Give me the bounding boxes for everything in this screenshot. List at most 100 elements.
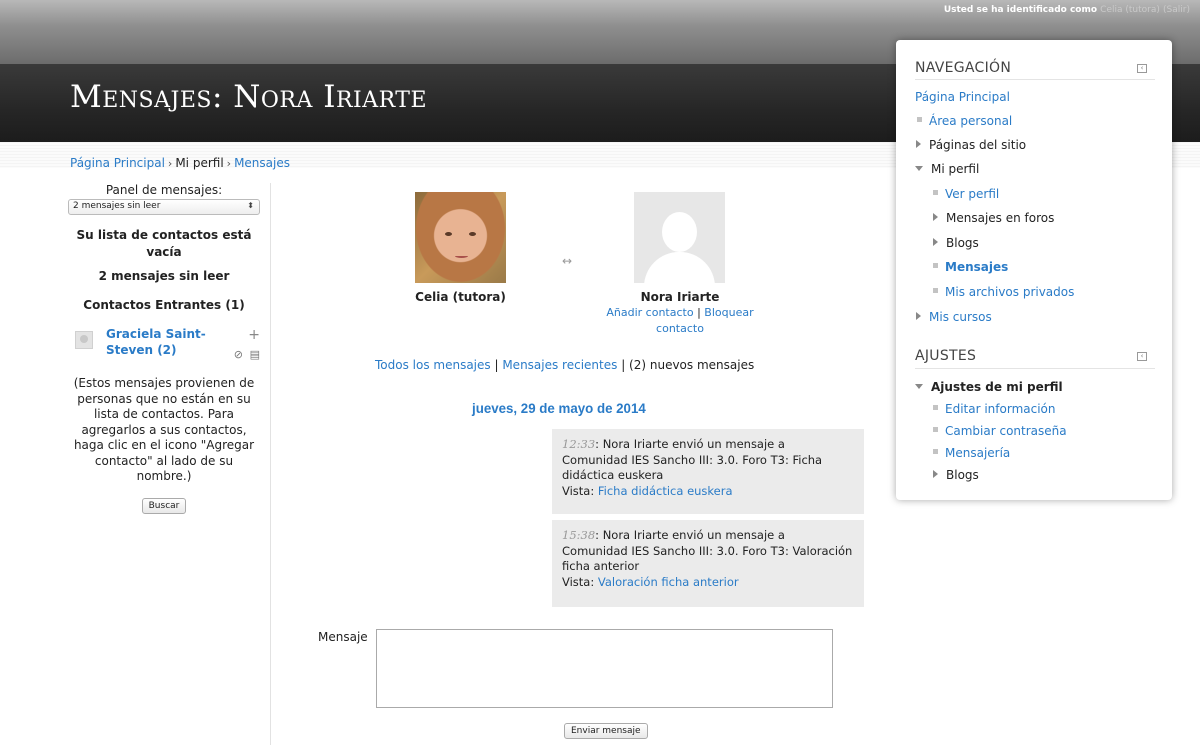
logout-link[interactable]: Salir [1167,5,1187,15]
expand-arrow-icon [916,140,921,148]
nav-item-messages[interactable]: Mensajes [933,260,1008,274]
settings-item-edit-info[interactable]: Editar información [933,402,1056,416]
message-contact-icon[interactable]: ▤ [250,348,260,361]
select-arrows-icon: ⬍ [247,201,254,210]
nav-item-forum-posts-label: Mensajes en foros [946,211,1055,225]
collapse-navigation-icon[interactable]: ‹ [1137,64,1147,73]
login-info: Usted se ha identificado como Celia (tut… [943,5,1190,15]
breadcrumb-messages[interactable]: Mensajes [234,156,290,170]
expand-arrow-icon [933,213,938,221]
nav-item-home[interactable]: Página Principal [915,90,1010,104]
login-prefix: Usted se ha identificado como [943,5,1098,15]
settings-item-change-password-label: Cambiar contraseña [945,424,1067,438]
bullet-icon [933,427,938,432]
contact-user-picture[interactable] [634,192,725,283]
message-time: 12:33 [562,437,596,451]
add-contact-link[interactable]: Añadir contacto [606,306,693,319]
message-view-label: Vista: [562,574,595,589]
nav-item-personal-area[interactable]: Área personal [917,114,1012,128]
expand-arrow-icon [916,312,921,320]
page-title: Mensajes: Nora Iriarte [70,79,428,115]
new-messages-text: (2) nuevos mensajes [629,358,755,372]
message-text: Nora Iriarte envió un mensaje a Comunida… [562,528,853,573]
message-view-link[interactable]: Ficha didáctica euskera [598,484,733,498]
nav-item-personal-area-label: Área personal [929,114,1013,128]
navigation-title: NAVEGACIÓN [915,60,1012,76]
message-text: Nora Iriarte envió un mensaje a Comunida… [562,437,823,482]
nav-item-site-pages-label: Páginas del sitio [929,138,1027,152]
settings-item-blogs[interactable]: Blogs [933,468,979,482]
message-time: 15:38 [562,528,596,542]
nav-item-home-label: Página Principal [915,90,1010,104]
expand-arrow-icon [933,238,938,246]
collapse-settings-icon[interactable]: ‹ [1137,352,1147,361]
settings-item-profile-label: Ajustes de mi perfil [931,380,1063,394]
message-view-link[interactable]: Valoración ficha anterior [598,575,739,589]
settings-item-blogs-label: Blogs [946,468,979,482]
settings-item-messaging[interactable]: Mensajería [933,446,1010,460]
contact-name-link[interactable]: Graciela Saint-Steven (2) [106,326,216,358]
breadcrumb-profile: Mi perfil [175,156,224,170]
contact-user-name: Nora Iriarte [640,290,720,304]
message-label: Mensaje [318,630,368,644]
bullet-icon [917,117,922,122]
settings-item-change-password[interactable]: Cambiar contraseña [933,424,1067,438]
send-message-button[interactable]: Enviar mensaje [564,723,648,739]
collapse-arrow-icon [915,166,923,171]
nav-item-blogs-label: Blogs [946,236,979,250]
nav-item-site-pages[interactable]: Páginas del sitio [916,138,1026,152]
incoming-contact-item: Graciela Saint-Steven (2) + ⊘ ▤ [68,326,260,366]
incoming-contacts-title: Contactos Entrantes (1) [83,298,245,312]
message-panel-title: Panel de mensajes: [105,183,223,197]
nav-item-private-files[interactable]: Mis archivos privados [933,285,1074,299]
nav-item-my-profile[interactable]: Mi perfil [915,162,979,176]
empty-contacts-text: Su lista de contactos está vacía [76,228,252,259]
contact-actions: Añadir contacto | Bloquear contacto [606,306,754,335]
settings-item-messaging-label: Mensajería [945,446,1011,460]
message-item: 12:33: Nora Iriarte envió un mensaje a C… [552,429,864,514]
bullet-icon [933,288,938,293]
date-heading: jueves, 29 de mayo de 2014 [472,400,646,416]
breadcrumb-separator-icon: › [226,157,232,170]
nav-item-forum-posts[interactable]: Mensajes en foros [933,211,1054,225]
nav-item-view-profile-label: Ver perfil [945,187,1000,201]
recent-messages-link[interactable]: Mensajes recientes [502,358,617,372]
incoming-note: (Estos mensajes provienen de personas qu… [73,376,255,483]
breadcrumb-home[interactable]: Página Principal [70,156,165,170]
login-user-link[interactable]: Celia (tutora) [1100,5,1160,15]
nav-item-blogs[interactable]: Blogs [933,236,979,250]
expand-arrow-icon [933,470,938,478]
breadcrumb: Página Principal › Mi perfil › Mensajes [70,156,290,170]
bullet-icon [933,263,938,268]
settings-item-edit-info-label: Editar información [945,402,1056,416]
nav-item-my-courses-label: Mis cursos [929,310,992,324]
message-panel-select[interactable]: 2 mensajes sin leer ⬍ [68,199,260,215]
message-textarea[interactable] [376,629,833,708]
navigation-settings-block: NAVEGACIÓN ‹ Página Principal Área perso… [896,40,1172,500]
nav-item-view-profile[interactable]: Ver perfil [933,187,999,201]
settings-title: AJUSTES [915,348,977,364]
all-messages-link[interactable]: Todos los mensajes [375,358,491,372]
collapse-arrow-icon [915,384,923,389]
message-panel-select-value: 2 mensajes sin leer [73,201,161,211]
bullet-icon [933,190,938,195]
bullet-icon [933,405,938,410]
search-button[interactable]: Buscar [141,497,187,514]
breadcrumb-separator-icon: › [167,157,173,170]
nav-item-my-courses[interactable]: Mis cursos [916,310,992,324]
nav-item-my-profile-label: Mi perfil [931,162,980,176]
my-user-picture[interactable] [415,192,506,283]
add-contact-icon[interactable]: + [248,327,260,343]
nav-item-messages-label: Mensajes [945,260,1009,274]
unread-count-text: 2 mensajes sin leer [98,269,230,283]
message-view-label: Vista: [562,483,595,498]
settings-item-profile[interactable]: Ajustes de mi perfil [915,380,1063,394]
block-contact-icon[interactable]: ⊘ [234,348,243,361]
bidirectional-arrow-icon: ↔ [562,254,573,268]
message-item: 15:38: Nora Iriarte envió un mensaje a C… [552,520,864,607]
bullet-icon [933,449,938,454]
my-user-name: Celia (tutora) [415,290,506,304]
nav-item-private-files-label: Mis archivos privados [945,285,1075,299]
message-panel: Panel de mensajes: 2 mensajes sin leer ⬍… [68,183,260,514]
message-filters: Todos los mensajes | Mensajes recientes … [375,358,755,372]
